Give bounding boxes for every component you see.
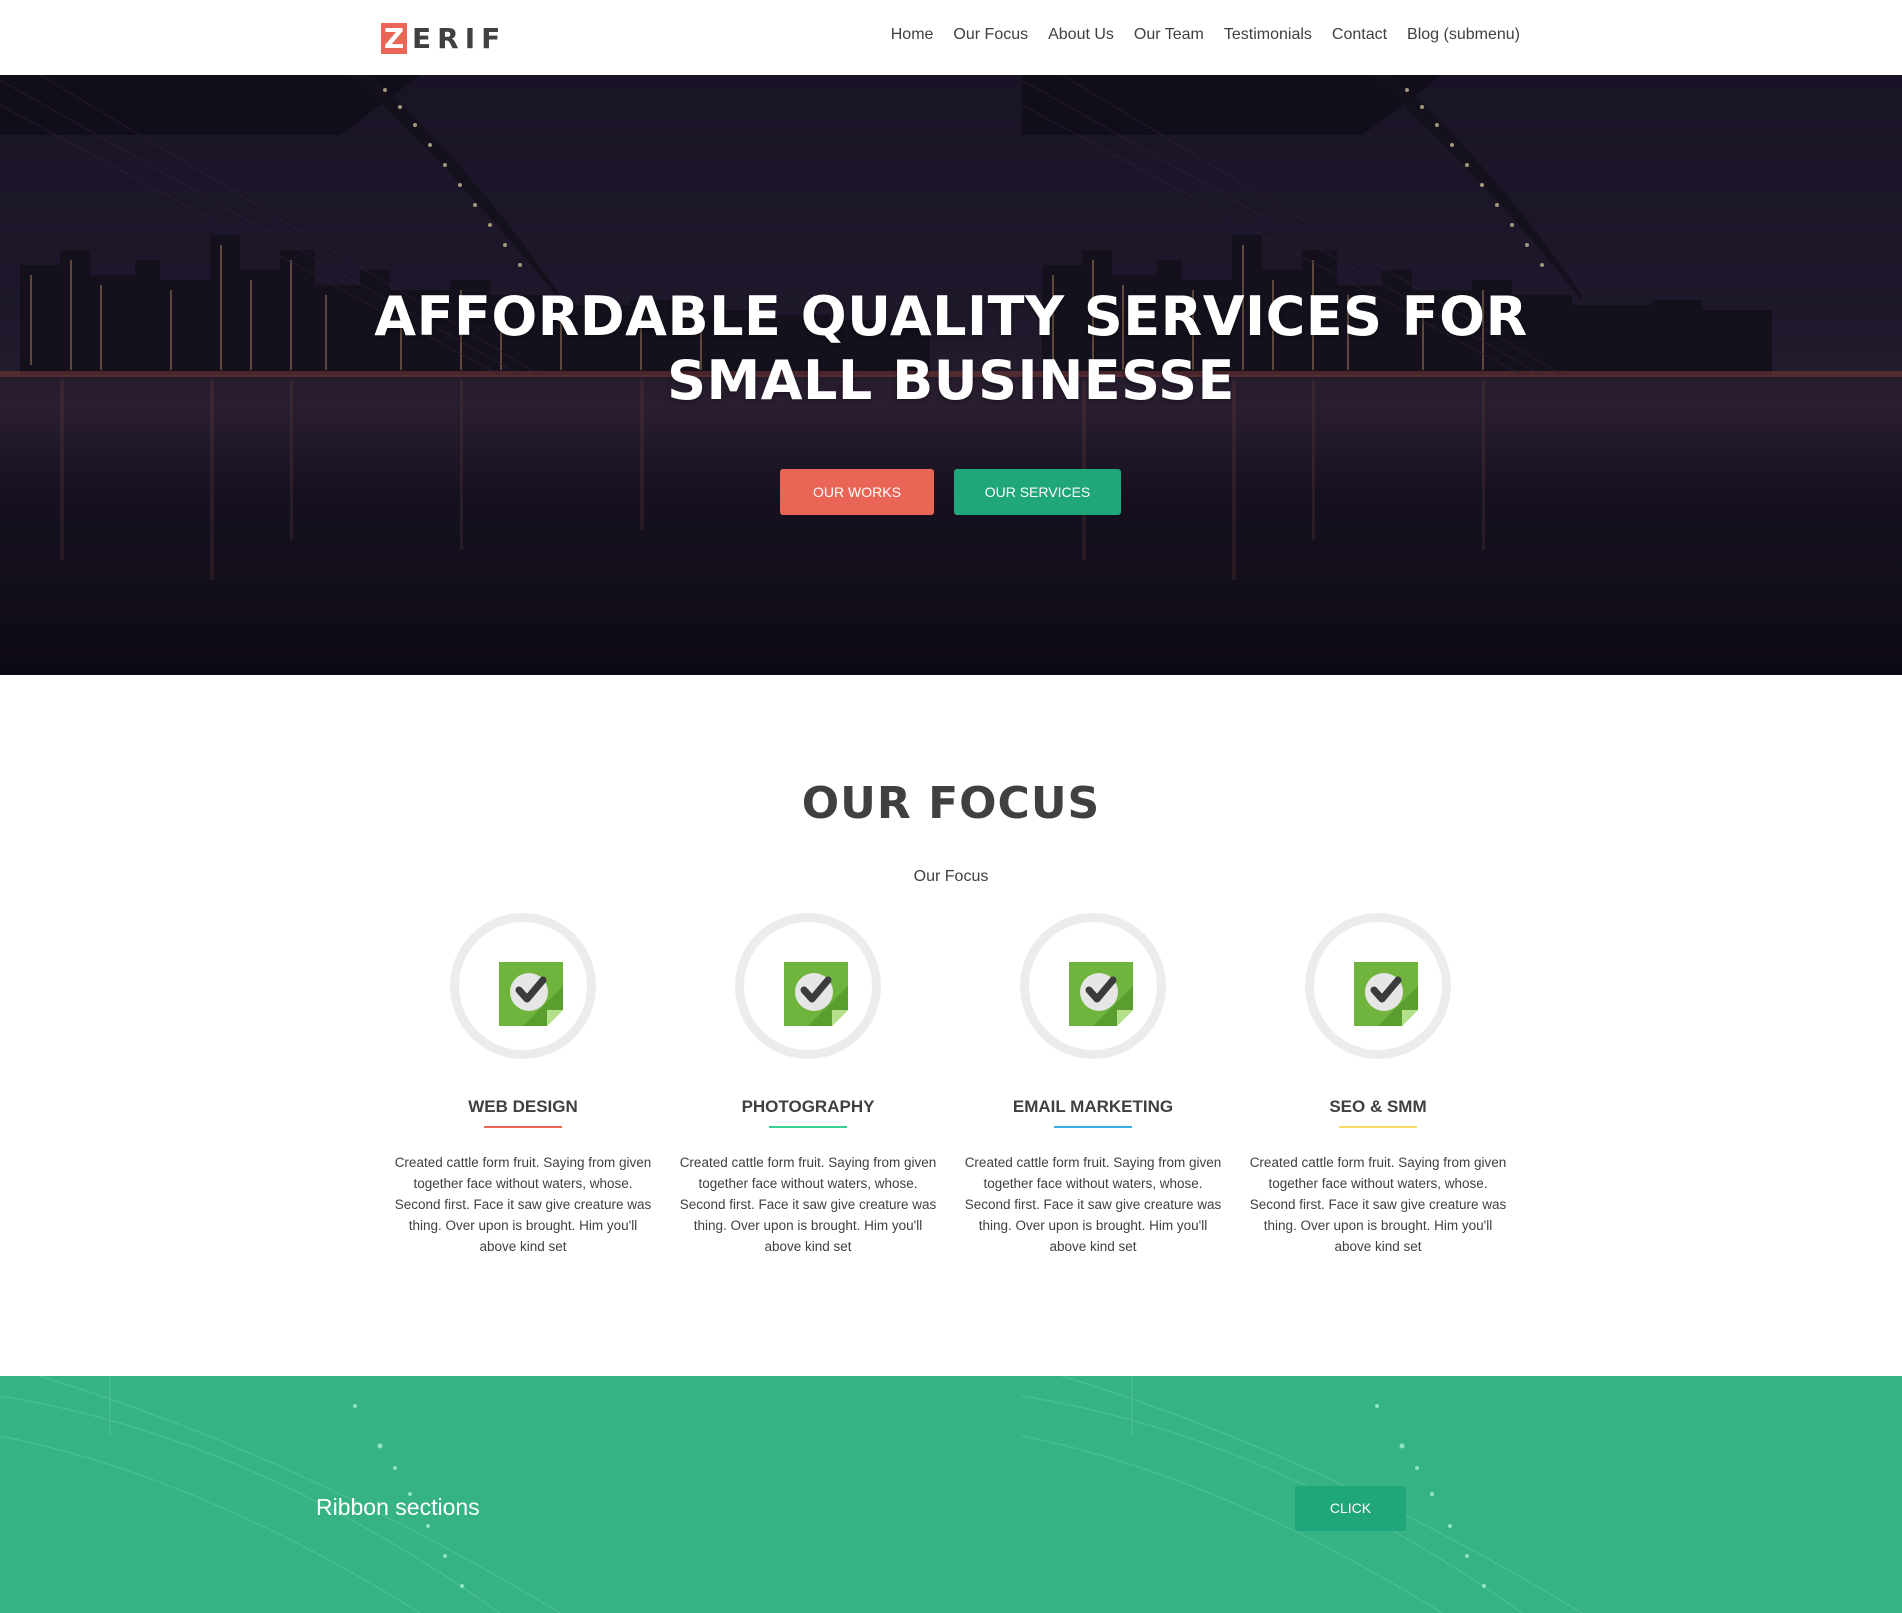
focus-item-description: Created cattle form fruit. Saying from g… (394, 1155, 652, 1254)
nav-item-contact[interactable]: Contact (1332, 26, 1387, 44)
nav-item-our-focus[interactable]: Our Focus (953, 26, 1028, 44)
focus-item-title: SEO & SMM (1329, 1097, 1427, 1116)
main-menu: Home Our Focus About Us Our Team Testimo… (891, 26, 1520, 44)
checkmark-sticker-icon (1354, 962, 1418, 1026)
ribbon-background-right (1022, 1376, 1902, 1613)
hero-title: AFFORDABLE QUALITY SERVICES FOR SMALL BU… (351, 285, 1551, 413)
focus-title: OUR FOCUS (801, 778, 1101, 829)
nav-item-blog[interactable]: Blog (submenu) (1407, 26, 1520, 44)
nav-item-about-us[interactable]: About Us (1048, 26, 1114, 44)
nav-item-our-team[interactable]: Our Team (1134, 26, 1204, 44)
hero-section: AFFORDABLE QUALITY SERVICES FOR SMALL BU… (0, 75, 1902, 675)
focus-item-description: Created cattle form fruit. Saying from g… (679, 1155, 937, 1254)
checkmark-sticker-icon (784, 962, 848, 1026)
our-works-button[interactable]: OUR WORKS (780, 469, 934, 515)
focus-icon-circle (735, 913, 881, 1059)
focus-icon-circle (1020, 913, 1166, 1059)
nav-item-home[interactable]: Home (891, 26, 934, 44)
ribbon-section: Ribbon sections CLICK (0, 1376, 1902, 1613)
focus-item-underline (1339, 1126, 1417, 1128)
focus-icon-circle (450, 913, 596, 1059)
our-services-button[interactable]: OUR SERVICES (954, 469, 1121, 515)
hero-title-line-2: SMALL BUSINESSE (667, 349, 1235, 412)
checkmark-sticker-icon (1069, 962, 1133, 1026)
logo-text: ERIF (412, 22, 507, 55)
ribbon-background-left (0, 1376, 1022, 1613)
checkmark-sticker-icon (499, 962, 563, 1026)
logo-mark: Z (381, 23, 407, 54)
focus-item-description: Created cattle form fruit. Saying from g… (964, 1155, 1222, 1254)
focus-subtitle: Our Focus (913, 868, 989, 885)
nav-item-testimonials[interactable]: Testimonials (1224, 26, 1312, 44)
logo[interactable]: Z ERIF (381, 22, 507, 55)
ribbon-text: Ribbon sections (316, 1494, 480, 1520)
focus-item-title: WEB DESIGN (468, 1097, 578, 1116)
focus-icon-circle (1305, 913, 1451, 1059)
focus-item-underline (484, 1126, 562, 1128)
navbar: Z ERIF Home Our Focus About Us Our Team … (0, 0, 1902, 75)
ribbon-click-button[interactable]: CLICK (1295, 1486, 1406, 1531)
focus-item-description: Created cattle form fruit. Saying from g… (1249, 1155, 1507, 1254)
focus-item-title: EMAIL MARKETING (1012, 1097, 1174, 1116)
hero-title-line-1: AFFORDABLE QUALITY SERVICES FOR (374, 285, 1528, 348)
focus-item-underline (1054, 1126, 1132, 1128)
focus-item-underline (769, 1126, 847, 1128)
focus-item-title: PHOTOGRAPHY (741, 1097, 875, 1116)
